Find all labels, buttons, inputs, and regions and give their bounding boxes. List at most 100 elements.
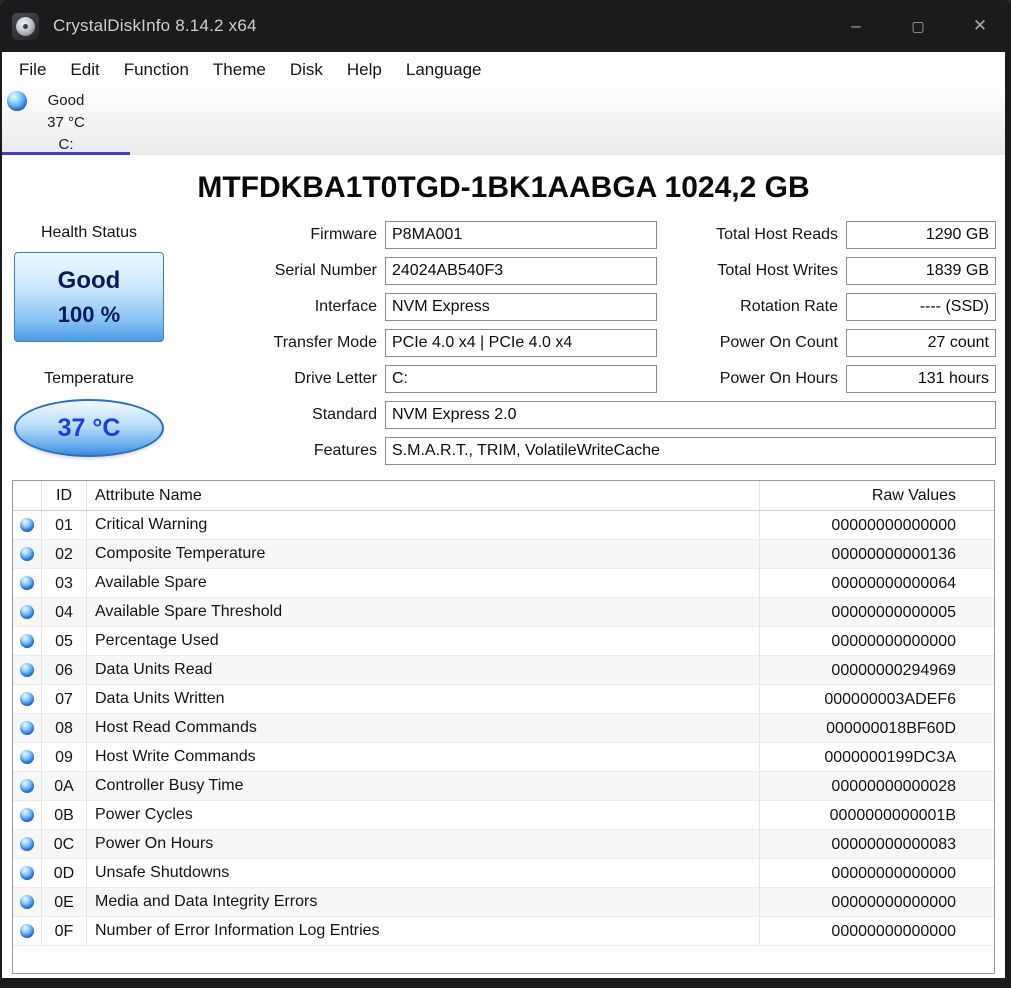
smart-raw-value: 00000000000064 bbox=[759, 569, 994, 597]
menu-item[interactable]: Disk bbox=[278, 60, 335, 80]
smart-raw-value: 00000000000005 bbox=[759, 598, 994, 626]
smart-row-indicator-cell bbox=[13, 663, 41, 677]
smart-header-id: ID bbox=[41, 481, 87, 510]
stats-field-label: Total Host Reads bbox=[716, 226, 838, 243]
drive-tab-bar: Good 37 °C C: bbox=[2, 88, 1005, 155]
menu-item[interactable]: Theme bbox=[201, 60, 278, 80]
smart-table-row[interactable]: 06 Data Units Read 00000000294969 bbox=[13, 656, 994, 685]
smart-attribute-id: 08 bbox=[41, 714, 87, 742]
health-indicator-orb-icon bbox=[20, 576, 34, 590]
menu-item[interactable]: File bbox=[7, 60, 58, 80]
drive-tab-c[interactable]: Good 37 °C C: bbox=[2, 88, 130, 155]
window-content: File Edit Function Theme Disk Help Langu… bbox=[2, 52, 1005, 978]
smart-row-indicator-cell bbox=[13, 576, 41, 590]
smart-attribute-name: Critical Warning bbox=[95, 516, 208, 533]
smart-table-row[interactable]: 09 Host Write Commands 0000000199DC3A bbox=[13, 743, 994, 772]
health-indicator-orb-icon bbox=[20, 924, 34, 938]
smart-attribute-id: 01 bbox=[41, 511, 87, 539]
close-button[interactable]: ✕ bbox=[949, 0, 1011, 52]
smart-row-indicator-cell bbox=[13, 547, 41, 561]
stats-field-row: Power On Hours 131 hours bbox=[662, 365, 996, 393]
info-field-row: Features S.M.A.R.T., TRIM, VolatileWrite… bbox=[2, 437, 996, 465]
info-field-label: Transfer Mode bbox=[273, 334, 377, 351]
smart-row-indicator-cell bbox=[13, 518, 41, 532]
smart-table-row[interactable]: 0B Power Cycles 0000000000001B bbox=[13, 801, 994, 830]
minimize-button[interactable]: – bbox=[825, 0, 887, 52]
smart-table-body: 01 Critical Warning 00000000000000 02 Co… bbox=[13, 511, 994, 946]
maximize-button[interactable]: ▢ bbox=[887, 0, 949, 52]
smart-raw-value: 00000000000028 bbox=[759, 772, 994, 800]
smart-attribute-id: 0D bbox=[41, 859, 87, 887]
smart-attribute-name: Media and Data Integrity Errors bbox=[95, 893, 318, 910]
smart-attribute-name: Data Units Read bbox=[95, 661, 213, 678]
smart-attribute-name: Unsafe Shutdowns bbox=[95, 864, 230, 881]
stats-field-label: Power On Hours bbox=[719, 370, 838, 387]
menu-item[interactable]: Edit bbox=[58, 60, 111, 80]
smart-raw-value: 00000000000000 bbox=[759, 627, 994, 655]
stats-field-value: 1290 GB bbox=[846, 221, 996, 249]
smart-table-header: ID Attribute Name Raw Values bbox=[13, 481, 994, 511]
smart-raw-value: 00000000000136 bbox=[759, 540, 994, 568]
info-field-row: Standard NVM Express 2.0 bbox=[2, 401, 996, 429]
smart-table-row[interactable]: 07 Data Units Written 000000003ADEF6 bbox=[13, 685, 994, 714]
info-field-value: P8MA001 bbox=[385, 221, 657, 249]
smart-attribute-name: Power Cycles bbox=[95, 806, 193, 823]
stats-field-value: 1839 GB bbox=[846, 257, 996, 285]
smart-attribute-name: Power On Hours bbox=[95, 835, 214, 852]
smart-row-indicator-cell bbox=[13, 866, 41, 880]
smart-table-row[interactable]: 05 Percentage Used 00000000000000 bbox=[13, 627, 994, 656]
menu-item[interactable]: Function bbox=[112, 60, 201, 80]
info-field-value: NVM Express bbox=[385, 293, 657, 321]
smart-row-indicator-cell bbox=[13, 634, 41, 648]
info-field-label: Interface bbox=[314, 298, 377, 315]
smart-attribute-name: Available Spare Threshold bbox=[95, 603, 283, 620]
smart-table-row[interactable]: 0D Unsafe Shutdowns 00000000000000 bbox=[13, 859, 994, 888]
main-panel: MTFDKBA1T0TGD-1BK1AABGA 1024,2 GB Health… bbox=[2, 155, 1005, 978]
smart-row-indicator-cell bbox=[13, 605, 41, 619]
smart-attribute-name: Number of Error Information Log Entries bbox=[95, 922, 380, 939]
health-indicator-orb-icon bbox=[20, 866, 34, 880]
smart-header-attribute-name: Attribute Name bbox=[95, 486, 202, 504]
stats-field-row: Power On Count 27 count bbox=[662, 329, 996, 357]
smart-table-row[interactable]: 0E Media and Data Integrity Errors 00000… bbox=[13, 888, 994, 917]
info-field-label: Standard bbox=[312, 406, 377, 423]
smart-row-indicator-cell bbox=[13, 837, 41, 851]
stats-field-label: Rotation Rate bbox=[740, 298, 838, 315]
menu-bar: File Edit Function Theme Disk Help Langu… bbox=[2, 52, 1005, 88]
stats-field-value: 27 count bbox=[846, 329, 996, 357]
app-icon bbox=[12, 12, 39, 40]
info-field-label: Serial Number bbox=[274, 262, 377, 279]
smart-raw-value: 000000003ADEF6 bbox=[759, 685, 994, 713]
smart-attribute-id: 0B bbox=[41, 801, 87, 829]
smart-attribute-name: Controller Busy Time bbox=[95, 777, 244, 794]
smart-table-row[interactable]: 0A Controller Busy Time 00000000000028 bbox=[13, 772, 994, 801]
smart-table-row[interactable]: 02 Composite Temperature 00000000000136 bbox=[13, 540, 994, 569]
smart-table-row[interactable]: 01 Critical Warning 00000000000000 bbox=[13, 511, 994, 540]
smart-attribute-name: Host Write Commands bbox=[95, 748, 256, 765]
smart-table: ID Attribute Name Raw Values 01 Critical… bbox=[12, 480, 995, 974]
smart-attribute-id: 07 bbox=[41, 685, 87, 713]
smart-row-indicator-cell bbox=[13, 808, 41, 822]
menu-item[interactable]: Language bbox=[394, 60, 494, 80]
smart-raw-value: 00000000000000 bbox=[759, 859, 994, 887]
smart-raw-value: 0000000199DC3A bbox=[759, 743, 994, 771]
smart-table-row[interactable]: 0F Number of Error Information Log Entri… bbox=[13, 917, 994, 946]
smart-attribute-id: 0C bbox=[41, 830, 87, 858]
smart-attribute-name: Available Spare bbox=[95, 574, 207, 591]
smart-table-row[interactable]: 0C Power On Hours 00000000000083 bbox=[13, 830, 994, 859]
title-bar: CrystalDiskInfo 8.14.2 x64 – ▢ ✕ bbox=[0, 0, 1011, 52]
smart-raw-value: 00000000000083 bbox=[759, 830, 994, 858]
smart-table-row[interactable]: 04 Available Spare Threshold 00000000000… bbox=[13, 598, 994, 627]
window-controls: – ▢ ✕ bbox=[825, 0, 1011, 52]
smart-row-indicator-cell bbox=[13, 721, 41, 735]
smart-attribute-id: 02 bbox=[41, 540, 87, 568]
health-indicator-orb-icon bbox=[20, 895, 34, 909]
smart-attribute-name: Host Read Commands bbox=[95, 719, 257, 736]
menu-item[interactable]: Help bbox=[335, 60, 394, 80]
smart-row-indicator-cell bbox=[13, 895, 41, 909]
smart-attribute-id: 0A bbox=[41, 772, 87, 800]
health-indicator-orb-icon bbox=[20, 663, 34, 677]
smart-table-row[interactable]: 08 Host Read Commands 000000018BF60D bbox=[13, 714, 994, 743]
stats-field-row: Rotation Rate ---- (SSD) bbox=[662, 293, 996, 321]
smart-table-row[interactable]: 03 Available Spare 00000000000064 bbox=[13, 569, 994, 598]
